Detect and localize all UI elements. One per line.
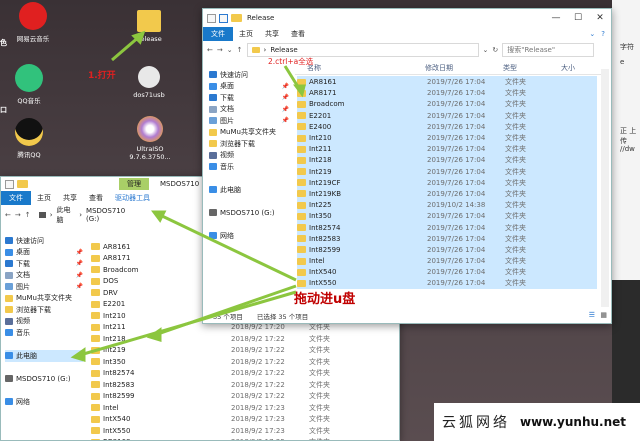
watermark-name: 云狐网络	[442, 415, 510, 431]
arrowhead	[70, 347, 86, 363]
watermark: 云狐网络 www.yunhu.net	[434, 403, 640, 441]
watermark-url: www.yunhu.net	[520, 415, 627, 429]
arrow-drag-path	[79, 290, 297, 357]
annotation-arrows	[70, 30, 306, 363]
annotation-step1: 1.打开	[88, 71, 116, 81]
arrow-drag-path	[159, 213, 297, 282]
annotation-step3: 拖动进u盘	[294, 292, 356, 307]
arrowhead	[293, 84, 306, 98]
annotation-step2: 2.ctrl+a全选	[268, 57, 314, 66]
arrowhead	[151, 210, 167, 223]
